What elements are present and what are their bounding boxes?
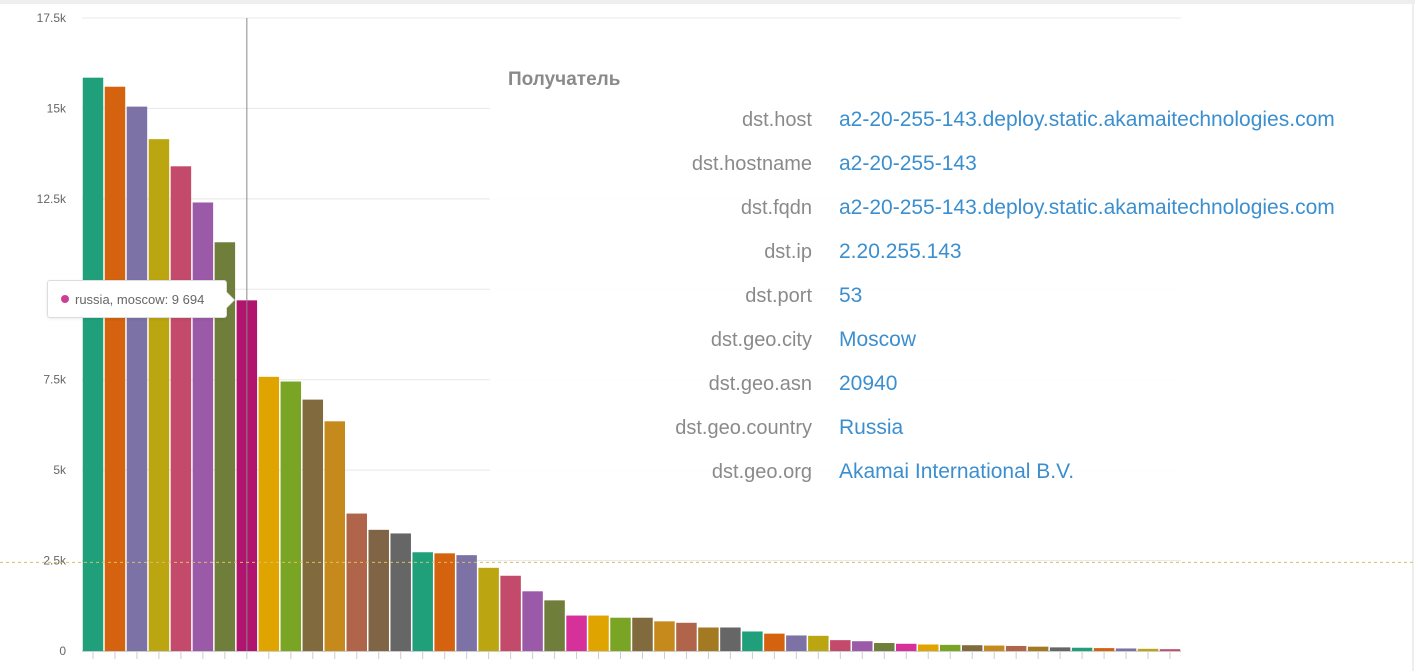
bar[interactable] [324, 421, 346, 651]
info-value-link[interactable]: Russia [839, 416, 903, 440]
bar[interactable] [961, 645, 983, 651]
bar[interactable] [588, 615, 609, 651]
bar[interactable] [280, 381, 302, 651]
y-tick-label: 7.5k [43, 373, 67, 387]
info-value-link[interactable]: a2-20-255-143 [839, 152, 977, 176]
bar[interactable] [148, 139, 170, 652]
bar[interactable] [896, 643, 917, 651]
x-axis-ticks [82, 651, 1181, 659]
bar[interactable] [720, 627, 741, 651]
bar[interactable] [82, 77, 104, 652]
info-key: dst.fqdn [740, 196, 812, 219]
bar[interactable] [192, 202, 214, 651]
info-rows: dst.host a2-20-255-143.deploy.static.aka… [490, 98, 1390, 494]
bar[interactable] [522, 591, 543, 651]
bar[interactable] [566, 615, 587, 651]
info-key: dst.hostname [691, 152, 812, 175]
bar[interactable] [1137, 648, 1159, 651]
bar[interactable] [786, 635, 807, 651]
info-panel-title: Получатель [508, 69, 621, 90]
y-axis-ticks: 0 2.5k 5k 7.5k 12.5k 15k 17.5k [37, 11, 67, 658]
info-value-link[interactable]: a2-20-255-143.deploy.static.akamaitechno… [839, 108, 1335, 132]
y-tick-label: 17.5k [37, 11, 67, 25]
bar[interactable] [917, 644, 939, 651]
y-tick-label: 15k [47, 101, 67, 115]
bar[interactable] [764, 633, 785, 651]
info-row-dst-geo-country: dst.geo.country Russia [490, 406, 1390, 450]
info-key: dst.geo.city [710, 328, 812, 351]
bar[interactable] [456, 555, 477, 651]
bar[interactable] [1005, 645, 1027, 651]
bar[interactable] [1115, 648, 1137, 651]
info-value-link[interactable]: Akamai International B.V. [839, 460, 1074, 484]
info-value-link[interactable]: 2.20.255.143 [839, 240, 962, 264]
bar-tooltip: russia, moscow: 9 694 [47, 280, 227, 318]
bar[interactable] [104, 86, 126, 652]
y-tick-label: 12.5k [37, 192, 67, 206]
bar[interactable] [412, 552, 433, 651]
bar[interactable] [742, 631, 763, 651]
info-row-dst-host: dst.host a2-20-255-143.deploy.static.aka… [490, 98, 1390, 142]
bar[interactable] [434, 553, 455, 651]
bar[interactable] [346, 513, 367, 651]
info-key: dst.geo.country [675, 416, 812, 439]
bar[interactable] [368, 529, 389, 651]
info-value-link[interactable]: 20940 [839, 372, 897, 396]
bar[interactable] [632, 617, 653, 651]
info-value-link[interactable]: Moscow [839, 328, 916, 352]
bar[interactable] [170, 166, 192, 652]
bar[interactable] [1093, 648, 1115, 651]
info-row-dst-port: dst.port 53 [490, 274, 1390, 318]
info-value-link[interactable]: 53 [839, 284, 862, 308]
info-key: dst.geo.asn [708, 372, 812, 395]
bar[interactable] [500, 575, 521, 651]
info-key: dst.host [741, 108, 812, 131]
bar[interactable] [1159, 649, 1181, 651]
info-key: dst.geo.org [711, 460, 812, 483]
bar[interactable] [478, 567, 499, 651]
tooltip-dot-icon [61, 295, 69, 303]
bar[interactable] [1027, 646, 1049, 651]
y-tick-label: 5k [53, 463, 67, 477]
bar[interactable] [939, 644, 961, 651]
bar[interactable] [544, 600, 565, 651]
bar[interactable] [1071, 647, 1093, 651]
bar[interactable] [983, 645, 1005, 651]
bar[interactable] [676, 622, 697, 651]
bar[interactable] [258, 376, 280, 651]
bar[interactable] [830, 640, 851, 651]
info-key: dst.ip [764, 240, 812, 263]
info-row-dst-ip: dst.ip 2.20.255.143 [490, 230, 1390, 274]
y-tick-label: 0 [59, 644, 66, 658]
info-key: dst.port [745, 284, 812, 307]
y-tick-label: 2.5k [43, 554, 67, 568]
bar[interactable] [852, 641, 873, 651]
bar[interactable] [808, 635, 829, 651]
bar[interactable] [302, 399, 324, 651]
bar[interactable] [698, 627, 719, 651]
tooltip-text: russia, moscow: 9 694 [75, 291, 205, 307]
bar[interactable] [1049, 647, 1071, 651]
bar[interactable] [654, 621, 675, 651]
bar[interactable] [126, 106, 148, 652]
top-border [0, 0, 1415, 4]
info-row-dst-hostname: dst.hostname a2-20-255-143 [490, 142, 1390, 186]
bar[interactable] [610, 617, 631, 651]
info-row-dst-geo-city: dst.geo.city Moscow [490, 318, 1390, 362]
info-row-dst-fqdn: dst.fqdn a2-20-255-143.deploy.static.aka… [490, 186, 1390, 230]
info-panel: Получатель dst.host a2-20-255-143.deploy… [490, 62, 1390, 504]
info-row-dst-geo-asn: dst.geo.asn 20940 [490, 362, 1390, 406]
bar[interactable] [390, 533, 411, 651]
info-row-dst-geo-org: dst.geo.org Akamai International B.V. [490, 450, 1390, 494]
info-value-link[interactable]: a2-20-255-143.deploy.static.akamaitechno… [839, 196, 1335, 220]
bar[interactable] [874, 643, 895, 651]
